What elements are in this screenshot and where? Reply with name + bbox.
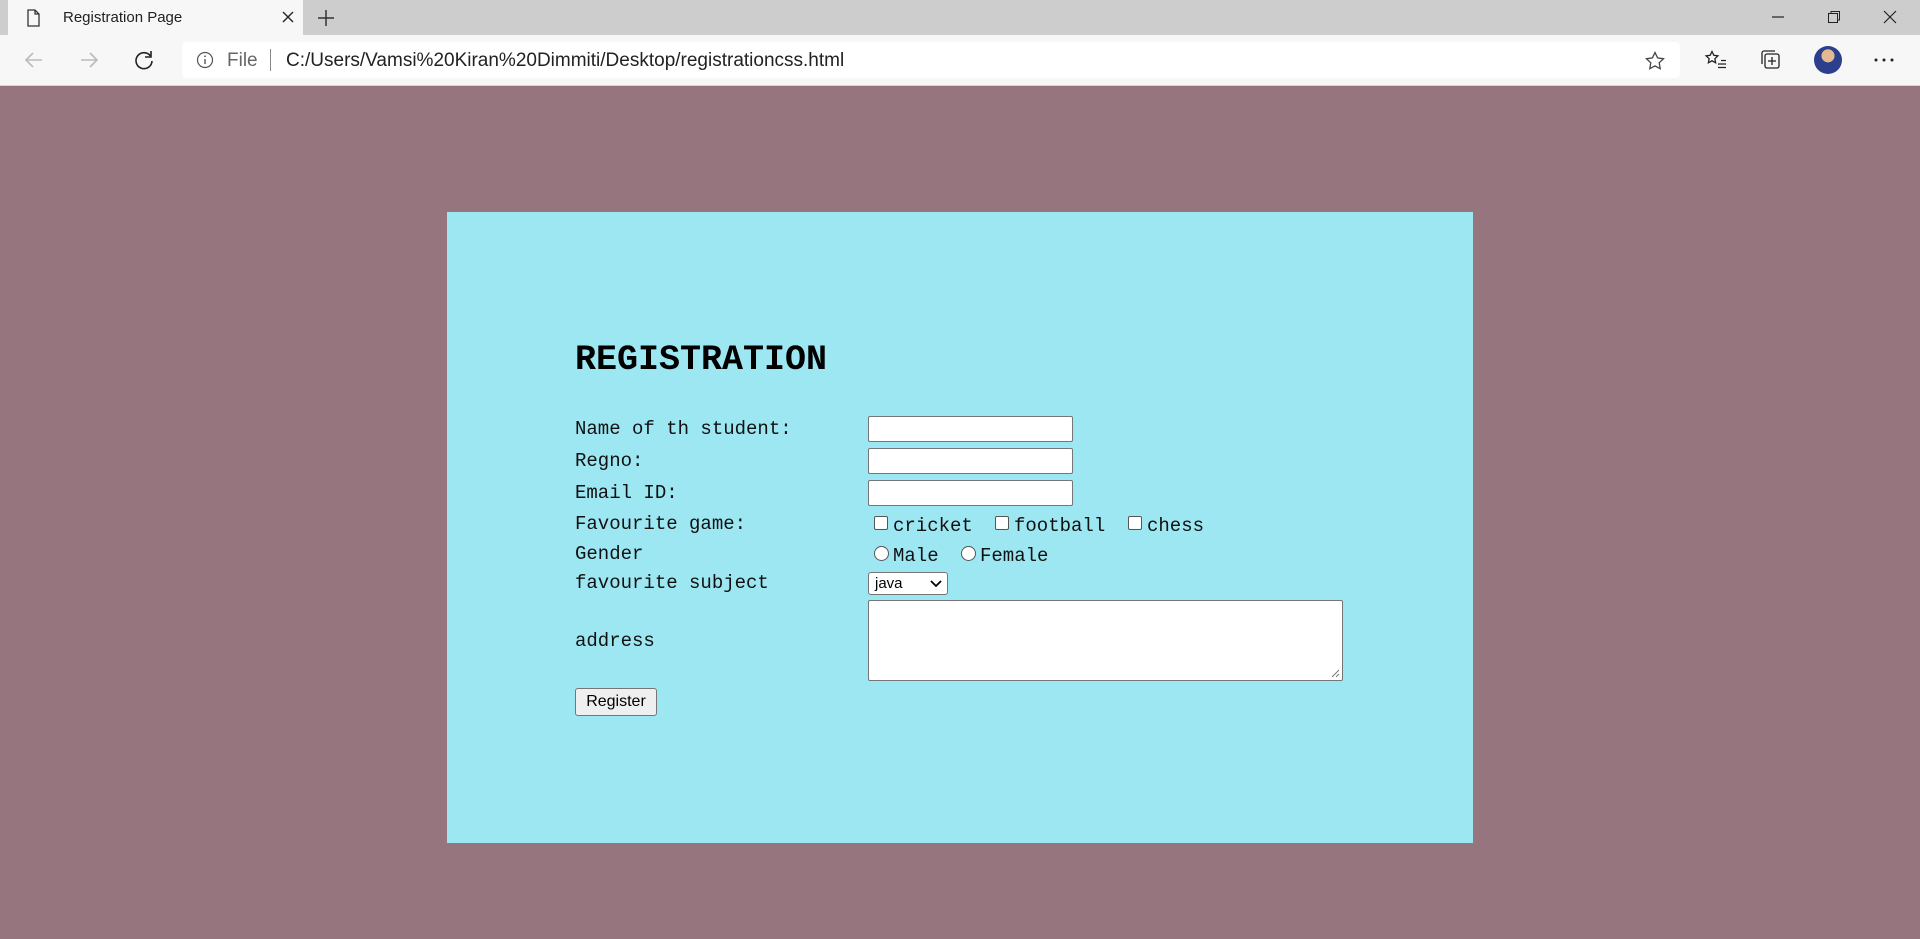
- regno-label: Regno:: [575, 450, 644, 472]
- student-name-input[interactable]: [868, 416, 1073, 442]
- football-label: football: [1014, 515, 1106, 537]
- regno-input[interactable]: [868, 448, 1073, 474]
- address-url[interactable]: C:/Users/Vamsi%20Kiran%20Dimmiti/Desktop…: [286, 50, 844, 72]
- favourite-subject-label: favourite subject: [575, 572, 769, 594]
- close-window-icon[interactable]: [1862, 0, 1918, 35]
- chess-label: chess: [1147, 515, 1205, 537]
- name-label: Name of th student:: [575, 418, 792, 440]
- refresh-icon[interactable]: [132, 48, 156, 72]
- address-textarea[interactable]: [868, 600, 1343, 681]
- address-bar[interactable]: File C:/Users/Vamsi%20Kiran%20Dimmiti/De…: [182, 42, 1680, 78]
- restore-icon[interactable]: [1806, 0, 1862, 35]
- tab-strip: Registration Page: [0, 0, 1920, 35]
- register-button[interactable]: Register: [575, 688, 657, 716]
- favourite-game-label: Favourite game:: [575, 513, 747, 535]
- address-separator: [270, 49, 271, 71]
- address-scheme: File: [227, 50, 258, 71]
- tab-registration-page[interactable]: Registration Page: [8, 0, 303, 35]
- football-checkbox[interactable]: [995, 516, 1009, 530]
- chess-checkbox[interactable]: [1128, 516, 1142, 530]
- resize-handle-icon[interactable]: [1330, 668, 1340, 678]
- favorites-icon[interactable]: [1704, 48, 1728, 72]
- browser-toolbar: File C:/Users/Vamsi%20Kiran%20Dimmiti/De…: [0, 35, 1920, 86]
- address-label: address: [575, 630, 655, 652]
- star-icon[interactable]: [1644, 50, 1666, 72]
- subject-selected-value: java: [875, 575, 903, 592]
- profile-avatar[interactable]: [1814, 46, 1842, 74]
- female-label: Female: [980, 545, 1049, 567]
- male-label: Male: [893, 545, 939, 567]
- new-tab-icon[interactable]: [316, 8, 336, 28]
- forward-icon[interactable]: [77, 48, 101, 72]
- more-options-icon[interactable]: [1872, 48, 1896, 72]
- email-input[interactable]: [868, 480, 1073, 506]
- gender-label: Gender: [575, 543, 644, 565]
- minimize-icon[interactable]: [1750, 0, 1806, 35]
- collections-icon[interactable]: [1759, 48, 1783, 72]
- cricket-checkbox[interactable]: [874, 516, 888, 530]
- document-icon: [23, 8, 43, 28]
- tab-title: Registration Page: [63, 9, 183, 26]
- back-icon[interactable]: [22, 48, 46, 72]
- chevron-down-icon: [930, 580, 942, 588]
- male-radio[interactable]: [874, 546, 889, 561]
- cricket-label: cricket: [893, 515, 973, 537]
- subject-select[interactable]: java: [868, 572, 948, 595]
- info-icon[interactable]: [196, 51, 214, 69]
- close-tab-icon[interactable]: [280, 9, 296, 25]
- registration-panel: REGISTRATION Name of th student: Regno: …: [447, 212, 1473, 843]
- female-radio[interactable]: [961, 546, 976, 561]
- email-label: Email ID:: [575, 482, 678, 504]
- page-title: REGISTRATION: [575, 340, 828, 380]
